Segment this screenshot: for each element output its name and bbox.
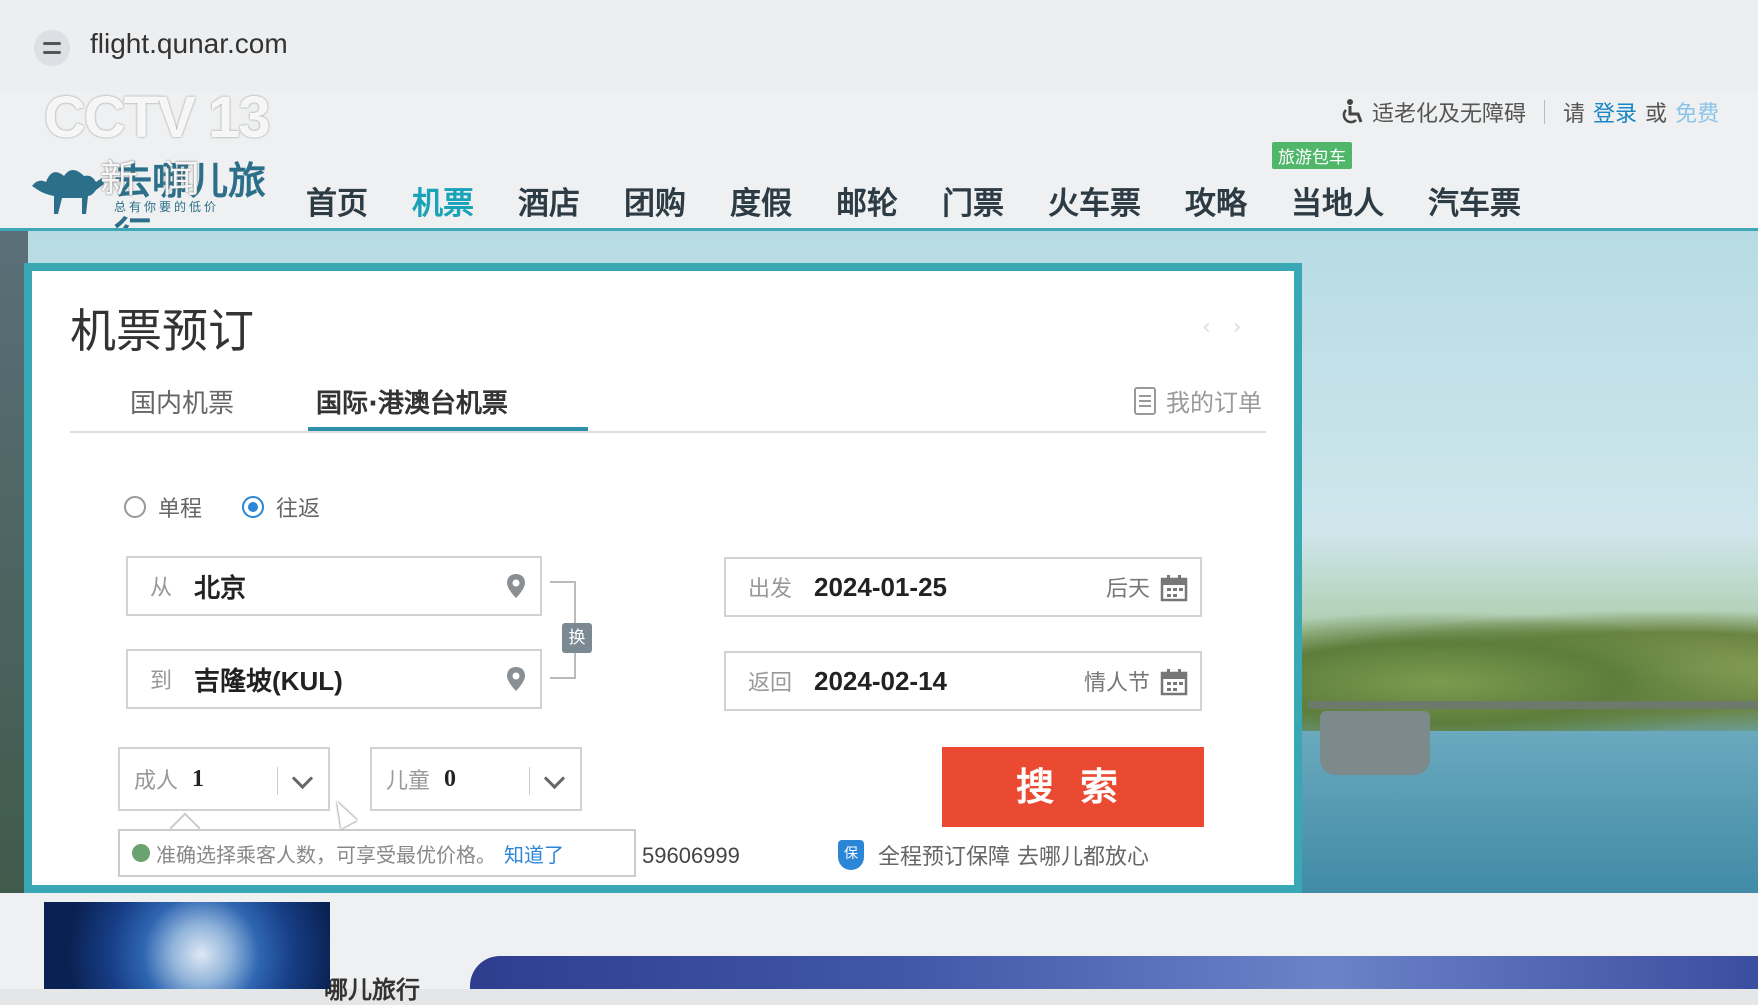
booking-guarantee[interactable]: 保 全程预订保障 去哪儿都放心	[838, 839, 1149, 871]
nav-badge: 旅游包车	[1272, 142, 1352, 169]
cctv13-news-watermark: CCTV 13 新 闻	[44, 84, 296, 201]
shield-icon: 保	[838, 840, 864, 870]
nav-home[interactable]: 首页	[306, 178, 368, 223]
arrival-city-value[interactable]: 吉隆坡(KUL)	[194, 661, 343, 698]
nav-group-buy[interactable]: 团购	[624, 178, 686, 223]
document-icon	[1134, 386, 1156, 415]
browser-address-bar: flight.qunar.com	[0, 0, 1758, 92]
url-text[interactable]: flight.qunar.com	[90, 28, 288, 60]
nav-hotels[interactable]: 酒店	[518, 178, 580, 223]
or-text: 或	[1645, 102, 1668, 127]
program-name: 新 闻	[100, 157, 207, 201]
field-label: 到	[150, 669, 173, 694]
radio-circle	[124, 496, 146, 518]
news-globe-thumbnail	[44, 902, 330, 989]
calendar-icon[interactable]	[1160, 574, 1188, 602]
tip-text: 准确选择乘客人数，可享受最优价格。	[156, 842, 496, 867]
adults-value: 1	[192, 765, 205, 792]
active-tab-indicator	[308, 427, 588, 431]
search-button[interactable]: 搜索	[942, 747, 1204, 827]
passenger-tip-tooltip: 准确选择乘客人数，可享受最优价格。 知道了	[118, 829, 636, 877]
chevron-down-icon[interactable]	[291, 767, 314, 790]
top-links: 适老化及无障碍 请 登录 或 免费	[1338, 96, 1727, 128]
channel-logo: CCTV 13	[44, 85, 271, 150]
main-nav: 首页 机票 酒店 团购 度假 邮轮 门票 火车票 攻略 当地人 汽车票	[306, 178, 1565, 223]
tip-dismiss-link[interactable]: 知道了	[504, 839, 564, 868]
site-settings-icon[interactable]	[34, 30, 70, 66]
location-pin-icon[interactable]	[506, 666, 526, 692]
divider	[1544, 100, 1546, 124]
nav-flights[interactable]: 机票	[412, 178, 474, 223]
booking-title: 机票预订	[70, 304, 254, 358]
register-link[interactable]: 免费	[1675, 96, 1719, 128]
departure-city-field[interactable]: 从 北京	[126, 556, 542, 616]
my-orders-link[interactable]: 我的订单	[1134, 383, 1262, 418]
depart-date-hint: 后天	[1105, 577, 1150, 602]
arrival-city-field[interactable]: 到 吉隆坡(KUL)	[126, 649, 542, 709]
carousel-arrows[interactable]: ‹›	[1202, 315, 1264, 340]
nav-tickets[interactable]: 门票	[942, 178, 1004, 223]
radio-round-trip[interactable]: 往返	[242, 491, 320, 523]
children-select[interactable]: 儿童 0	[370, 747, 582, 811]
guarantee-text: 全程预订保障 去哪儿都放心	[878, 845, 1149, 870]
tab-domestic[interactable]: 国内机票	[130, 383, 234, 420]
accessibility-link[interactable]: 适老化及无障碍	[1372, 96, 1526, 128]
radio-label: 往返	[276, 497, 321, 522]
depart-date-field[interactable]: 出发 2024-01-25 后天	[724, 557, 1202, 617]
nav-cruise[interactable]: 邮轮	[836, 178, 898, 223]
nav-train[interactable]: 火车票	[1048, 178, 1141, 223]
bottom-partial-text: 哪儿旅行	[324, 976, 420, 1004]
accessibility-icon	[1342, 99, 1363, 124]
field-label: 出发	[748, 577, 793, 602]
radio-one-way[interactable]: 单程	[124, 491, 202, 523]
calendar-icon[interactable]	[1160, 668, 1188, 696]
radio-circle-checked	[242, 496, 265, 518]
depart-date-value[interactable]: 2024-01-25	[814, 572, 947, 603]
departure-city-value[interactable]: 北京	[194, 568, 246, 605]
booking-tabs: 国内机票 国际·港澳台机票 我的订单	[70, 371, 1266, 433]
info-dot-icon	[132, 844, 150, 862]
children-value: 0	[444, 765, 457, 792]
field-label: 从	[150, 576, 173, 601]
return-date-value[interactable]: 2024-02-14	[814, 666, 947, 697]
nav-bus[interactable]: 汽车票	[1428, 178, 1521, 223]
login-link[interactable]: 登录	[1593, 96, 1637, 128]
nav-guides[interactable]: 攻略	[1185, 178, 1247, 223]
select-label: 儿童	[386, 769, 431, 794]
return-date-field[interactable]: 返回 2024-02-14 情人节	[724, 651, 1202, 711]
boat-image	[1320, 711, 1430, 775]
select-label: 成人	[134, 769, 179, 794]
adults-select[interactable]: 成人 1	[118, 747, 330, 811]
nav-vacation[interactable]: 度假	[730, 178, 792, 223]
location-pin-icon[interactable]	[506, 573, 526, 599]
chevron-down-icon[interactable]	[543, 767, 566, 790]
flight-booking-card: 机票预订 ‹› 国内机票 国际·港澳台机票 我的订单 单程 往返 从 北京 到 …	[24, 263, 1302, 893]
phone-number: 59606999	[642, 843, 740, 868]
my-orders-label: 我的订单	[1166, 389, 1262, 417]
field-label: 返回	[748, 671, 793, 696]
promo-banner[interactable]	[470, 956, 1758, 989]
radio-label: 单程	[158, 497, 203, 522]
trip-type-group: 单程 往返	[124, 491, 360, 523]
nav-locals[interactable]: 当地人	[1291, 178, 1384, 223]
swap-cities-button[interactable]: 换	[562, 623, 592, 653]
tab-international[interactable]: 国际·港澳台机票	[316, 383, 508, 420]
please-text: 请	[1563, 102, 1586, 127]
return-date-hint: 情人节	[1083, 671, 1150, 696]
